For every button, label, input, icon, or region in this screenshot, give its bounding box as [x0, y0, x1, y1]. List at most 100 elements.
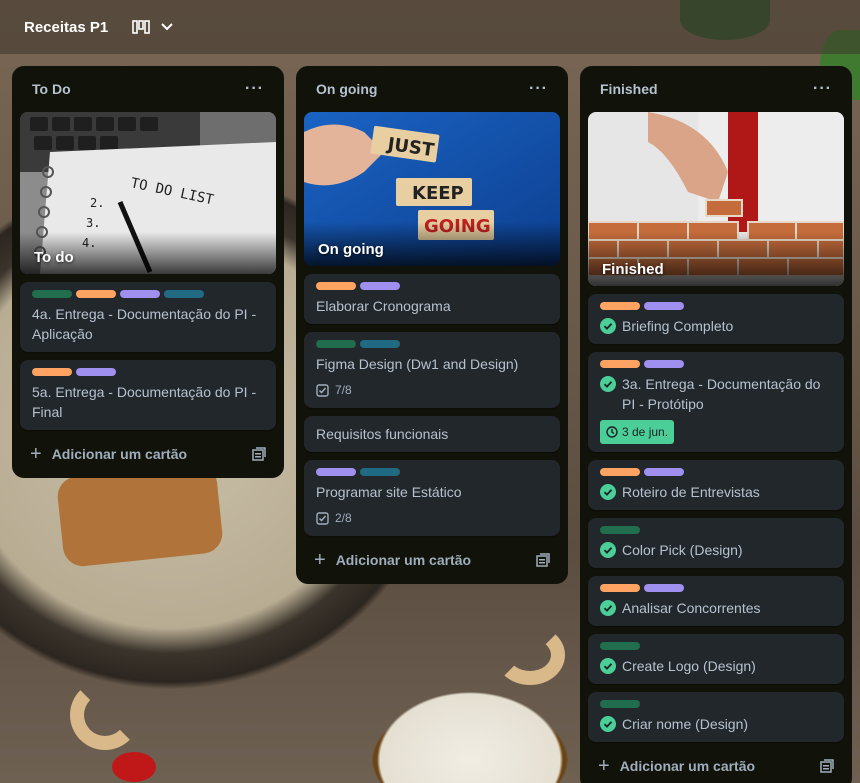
background-cashew [70, 680, 140, 750]
label-green[interactable] [600, 526, 640, 534]
label-green[interactable] [316, 340, 356, 348]
card-title-row: Roteiro de Entrevistas [600, 482, 832, 502]
checklist-count: 7/8 [335, 383, 352, 397]
card-title: Roteiro de Entrevistas [622, 484, 760, 500]
card-title: Criar nome (Design) [622, 716, 749, 732]
check-circle-icon[interactable] [600, 318, 616, 334]
card-title: Briefing Completo [622, 318, 734, 334]
card-title-row: Criar nome (Design) [600, 714, 832, 734]
background-pepper [112, 752, 156, 782]
list-header: Finished ··· [588, 74, 844, 104]
card-labels [316, 282, 548, 290]
label-orange[interactable] [32, 368, 72, 376]
card[interactable]: Create Logo (Design) [588, 634, 844, 684]
card-template-icon[interactable] [252, 447, 266, 461]
check-circle-icon[interactable] [600, 484, 616, 500]
list-title[interactable]: To Do [32, 81, 71, 97]
board-header: Receitas P1 [0, 0, 860, 54]
checklist-icon [316, 383, 329, 397]
chevron-down-icon [161, 23, 173, 31]
label-orange[interactable] [600, 360, 640, 368]
card[interactable]: 5a. Entrega - Documentação do PI - Final [20, 360, 276, 430]
list-title[interactable]: Finished [600, 81, 658, 97]
card[interactable]: Roteiro de Entrevistas [588, 460, 844, 510]
card-template-icon[interactable] [536, 553, 550, 567]
board-title[interactable]: Receitas P1 [24, 19, 108, 36]
add-card-label: Adicionar um cartão [51, 446, 188, 462]
label-orange[interactable] [600, 302, 640, 310]
card[interactable]: Color Pick (Design) [588, 518, 844, 568]
list-menu-icon[interactable]: ··· [813, 80, 832, 98]
card-labels [600, 700, 832, 708]
due-date-badge[interactable]: 3 de jun. [600, 420, 675, 444]
label-orange[interactable] [76, 290, 116, 298]
label-purple[interactable] [120, 290, 160, 298]
list-header: To Do ··· [20, 74, 276, 104]
label-orange[interactable] [600, 584, 640, 592]
label-purple[interactable] [644, 468, 684, 476]
label-purple[interactable] [76, 368, 116, 376]
card-title: Figma Design (Dw1 and Design) [316, 356, 519, 372]
card-badges: 2/8 [316, 508, 548, 528]
label-green[interactable] [32, 290, 72, 298]
label-green[interactable] [600, 700, 640, 708]
label-purple[interactable] [644, 584, 684, 592]
label-orange[interactable] [316, 282, 356, 290]
brick-wall-image [588, 112, 844, 286]
list-menu-icon[interactable]: ··· [529, 80, 548, 98]
card-labels [600, 360, 832, 368]
check-circle-icon[interactable] [600, 376, 616, 392]
label-green[interactable] [600, 642, 640, 650]
card-title-row: Create Logo (Design) [600, 656, 832, 676]
check-circle-icon[interactable] [600, 658, 616, 674]
card[interactable]: Requisitos funcionais [304, 416, 560, 452]
checklist-icon [316, 511, 329, 525]
add-card-label: Adicionar um cartão [335, 552, 472, 568]
card[interactable]: Analisar Concorrentes [588, 576, 844, 626]
check-circle-icon[interactable] [600, 716, 616, 732]
card-labels [316, 468, 548, 476]
label-purple[interactable] [644, 360, 684, 368]
card[interactable]: 3a. Entrega - Documentação do PI - Protó… [588, 352, 844, 452]
add-card-row: + Adicionar um cartão [588, 750, 844, 782]
card-labels [600, 302, 832, 310]
check-circle-icon[interactable] [600, 600, 616, 616]
label-orange[interactable] [600, 468, 640, 476]
list-menu-icon[interactable]: ··· [245, 80, 264, 98]
list-title[interactable]: On going [316, 81, 377, 97]
card[interactable]: 4a. Entrega - Documentação do PI - Aplic… [20, 282, 276, 352]
add-card-button[interactable]: + Adicionar um cartão [314, 550, 471, 570]
label-teal[interactable] [360, 340, 400, 348]
label-teal[interactable] [164, 290, 204, 298]
card[interactable]: Elaborar Cronograma [304, 274, 560, 324]
cover-card-finished[interactable]: Finished [588, 112, 844, 286]
card[interactable]: Briefing Completo [588, 294, 844, 344]
svg-text:3.: 3. [86, 216, 100, 230]
board-view-icon [132, 20, 151, 34]
card[interactable]: Programar site Estático 2/8 [304, 460, 560, 536]
svg-text:2.: 2. [90, 196, 104, 210]
card[interactable]: Criar nome (Design) [588, 692, 844, 742]
clock-icon [606, 426, 618, 438]
label-purple[interactable] [360, 282, 400, 290]
check-circle-icon[interactable] [600, 542, 616, 558]
card-labels [32, 290, 264, 298]
board-view-switcher[interactable] [132, 20, 174, 34]
card-labels [600, 584, 832, 592]
label-teal[interactable] [360, 468, 400, 476]
cover-card-on-going[interactable]: JUST KEEP GOING On going [304, 112, 560, 266]
label-purple[interactable] [644, 302, 684, 310]
background-cashew [495, 625, 565, 685]
card[interactable]: Figma Design (Dw1 and Design) 7/8 [304, 332, 560, 408]
add-card-button[interactable]: + Adicionar um cartão [598, 756, 755, 776]
card-title: 4a. Entrega - Documentação do PI - Aplic… [32, 306, 257, 342]
card-title-row: Briefing Completo [600, 316, 832, 336]
cover-card-to-do[interactable]: TO DO LIST 2. 3. 4. To do [20, 112, 276, 274]
card-title: Color Pick (Design) [622, 542, 743, 558]
card-labels [32, 368, 264, 376]
card-labels [316, 340, 548, 348]
add-card-button[interactable]: + Adicionar um cartão [30, 444, 187, 464]
card-labels [600, 642, 832, 650]
card-template-icon[interactable] [820, 759, 834, 773]
label-purple[interactable] [316, 468, 356, 476]
